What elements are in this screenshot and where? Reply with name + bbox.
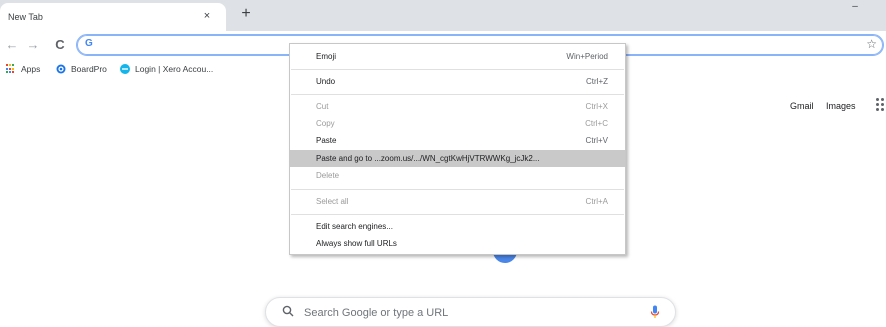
forward-button[interactable]: → bbox=[25, 36, 41, 54]
menu-separator bbox=[291, 69, 624, 70]
menu-item-shortcut: Ctrl+X bbox=[585, 102, 608, 111]
bookmark-label: Login | Xero Accou... bbox=[135, 64, 214, 74]
back-button[interactable]: ← bbox=[4, 36, 20, 54]
tab-strip: New Tab × + – bbox=[0, 0, 886, 31]
apps-grid-icon bbox=[6, 64, 16, 74]
google-apps-icon[interactable] bbox=[876, 98, 886, 111]
bookmark-apps[interactable]: Apps bbox=[6, 61, 40, 77]
new-tab-button[interactable]: + bbox=[236, 4, 256, 24]
menu-item-paste[interactable]: Paste Ctrl+V bbox=[290, 132, 625, 149]
close-tab-icon[interactable]: × bbox=[200, 9, 214, 23]
context-menu: Emoji Win+Period Undo Ctrl+Z Cut Ctrl+X … bbox=[289, 43, 626, 255]
menu-item-emoji[interactable]: Emoji Win+Period bbox=[290, 48, 625, 65]
menu-item-label: Paste and go to ...zoom.us/.../WN_cgtKwH… bbox=[316, 154, 540, 163]
menu-item-delete[interactable]: Delete bbox=[290, 167, 625, 184]
microphone-icon[interactable] bbox=[650, 305, 660, 319]
menu-item-shortcut: Win+Period bbox=[566, 52, 608, 61]
bookmark-boardpro[interactable]: BoardPro bbox=[56, 61, 107, 77]
menu-item-select-all[interactable]: Select all Ctrl+A bbox=[290, 193, 625, 210]
google-icon: G bbox=[85, 38, 93, 49]
xero-icon bbox=[120, 64, 130, 74]
menu-item-shortcut: Ctrl+V bbox=[585, 136, 608, 145]
search-icon bbox=[282, 305, 294, 317]
search-placeholder: Search Google or type a URL bbox=[304, 307, 449, 319]
menu-item-label: Edit search engines... bbox=[316, 222, 393, 231]
menu-item-paste-and-go[interactable]: Paste and go to ...zoom.us/.../WN_cgtKwH… bbox=[290, 150, 625, 167]
gmail-link[interactable]: Gmail bbox=[790, 101, 814, 111]
menu-separator bbox=[291, 94, 624, 95]
menu-item-always-show-full-urls[interactable]: Always show full URLs bbox=[290, 235, 625, 252]
menu-item-shortcut: Ctrl+C bbox=[585, 119, 608, 128]
bookmark-star-icon[interactable]: ☆ bbox=[866, 37, 877, 51]
bookmark-label: Apps bbox=[21, 64, 41, 74]
menu-item-label: Undo bbox=[316, 77, 336, 86]
images-link[interactable]: Images bbox=[826, 101, 856, 111]
menu-item-shortcut: Ctrl+A bbox=[585, 197, 608, 206]
minimize-window-button[interactable]: – bbox=[849, 2, 861, 14]
menu-item-label: Always show full URLs bbox=[316, 239, 397, 248]
reload-button[interactable]: C bbox=[52, 36, 68, 54]
search-input[interactable]: Search Google or type a URL bbox=[265, 297, 676, 327]
menu-item-label: Cut bbox=[316, 102, 329, 111]
tab-new-tab[interactable]: New Tab × bbox=[0, 3, 226, 31]
boardpro-icon bbox=[56, 64, 66, 74]
menu-item-label: Copy bbox=[316, 119, 335, 128]
bookmark-label: BoardPro bbox=[71, 64, 107, 74]
menu-item-label: Emoji bbox=[316, 52, 337, 61]
tab-title: New Tab bbox=[8, 12, 43, 22]
menu-item-copy[interactable]: Copy Ctrl+C bbox=[290, 115, 625, 132]
bookmark-xero[interactable]: Login | Xero Accou... bbox=[120, 61, 213, 77]
menu-item-edit-search-engines[interactable]: Edit search engines... bbox=[290, 218, 625, 235]
menu-separator bbox=[291, 189, 624, 190]
menu-item-label: Delete bbox=[316, 171, 340, 180]
menu-item-shortcut: Ctrl+Z bbox=[586, 77, 608, 86]
menu-separator bbox=[291, 214, 624, 215]
menu-item-cut[interactable]: Cut Ctrl+X bbox=[290, 98, 625, 115]
menu-item-label: Paste bbox=[316, 136, 337, 145]
menu-item-undo[interactable]: Undo Ctrl+Z bbox=[290, 73, 625, 90]
menu-item-label: Select all bbox=[316, 197, 349, 206]
